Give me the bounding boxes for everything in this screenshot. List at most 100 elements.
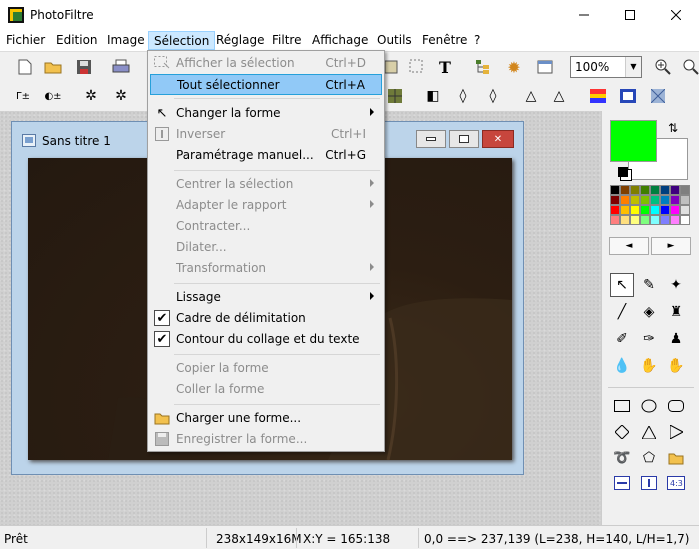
menu-item-load-shape[interactable]: Charger une forme... [150,408,382,429]
clone-stamp-icon[interactable]: ♟ [664,327,688,351]
palette-swatch[interactable] [610,205,620,215]
palette-swatch[interactable] [680,205,690,215]
menu-item-invert[interactable]: Inverser Ctrl+I [150,124,382,145]
triangle-shape-icon[interactable] [637,420,661,444]
menu-fichier[interactable]: Fichier [6,33,45,47]
line-icon[interactable]: ╱ [610,300,634,324]
triangle-right-shape-icon[interactable] [664,420,688,444]
magic-wand-icon[interactable]: ✦ [664,273,688,297]
selection-arrow-icon[interactable]: ↖ [610,273,634,297]
menu-reglage[interactable]: Réglage [216,33,265,47]
menu-fenetre[interactable]: Fenêtre [422,33,467,47]
palette-swatch[interactable] [670,195,680,205]
palette-swatch[interactable] [650,205,660,215]
palette-swatch[interactable] [610,185,620,195]
doc-close-button[interactable]: ✕ [482,130,514,148]
menu-item-transformation[interactable]: Transformation [150,258,382,279]
palette-swatch[interactable] [610,215,620,225]
fill-bucket-icon[interactable]: ◈ [637,300,661,324]
save-icon[interactable] [73,56,95,78]
triangle-sharp-icon[interactable]: △ [548,85,570,107]
palette-swatch[interactable] [630,205,640,215]
zoom-in-icon[interactable] [652,56,674,78]
zoom-select[interactable]: 100% ▼ [570,56,642,78]
zoom-out-icon[interactable] [680,56,699,78]
rounded-rect-shape-icon[interactable] [664,394,688,418]
palette-swatch[interactable] [640,185,650,195]
menu-item-center-selection[interactable]: Centrer la sélection [150,174,382,195]
default-colors-icon[interactable] [618,167,628,177]
load-shape-folder-icon[interactable] [664,446,688,470]
window-icon[interactable] [534,56,556,78]
menu-item-smoothing[interactable]: Lissage [150,287,382,308]
menu-help[interactable]: ? [474,33,480,47]
menu-item-save-shape[interactable]: Enregistrer la forme... [150,429,382,450]
print-icon[interactable] [110,56,132,78]
menu-item-show-selection[interactable]: Afficher la sélection Ctrl+D [150,53,382,74]
menu-outils[interactable]: Outils [377,33,412,47]
gradient-icon[interactable] [587,85,609,107]
palette-swatch[interactable] [640,215,650,225]
auto-levels-icon[interactable]: Γ± [12,85,34,107]
menu-image[interactable]: Image [107,33,145,47]
palette-swatch[interactable] [660,205,670,215]
menu-item-change-shape[interactable]: ↖ Changer la forme [150,103,382,124]
palette-swatch[interactable] [660,215,670,225]
smudge-icon[interactable]: ✋ [637,354,661,378]
menu-item-select-all[interactable]: Tout sélectionner Ctrl+A [150,74,382,95]
doc-minimize-button[interactable] [416,130,446,148]
diamond-shape-icon[interactable] [610,420,634,444]
menu-item-paste-shape[interactable]: Coller la forme [150,379,382,400]
menu-item-paste-text-outline[interactable]: ✔ Contour du collage et du texte [150,329,382,350]
palette-swatch[interactable] [620,185,630,195]
polygon-lasso-icon[interactable]: ⬠ [637,446,661,470]
menu-item-copy-shape[interactable]: Copier la forme [150,358,382,379]
palette-swatch[interactable] [630,215,640,225]
texture-icon[interactable] [647,85,669,107]
palette-swatch[interactable] [640,195,650,205]
contrast-icon[interactable]: ◧ [422,85,444,107]
palette-swatch[interactable] [630,195,640,205]
rectangle-shape-icon[interactable] [610,394,634,418]
maximize-button[interactable] [607,0,653,30]
palette-swatch[interactable] [620,215,630,225]
swap-colors-icon[interactable]: ⇅ [668,121,678,135]
menu-affichage[interactable]: Affichage [312,33,368,47]
palette-swatch[interactable] [680,215,690,225]
palette-swatch[interactable] [630,185,640,195]
plugin-gear-icon[interactable]: ✹ [503,56,525,78]
spray-icon[interactable]: ♜ [664,300,688,324]
brightness-minus-icon[interactable]: ✲ [80,85,102,107]
palette-swatch[interactable] [640,205,650,215]
text-icon[interactable]: T [434,56,456,78]
layers-tree-icon[interactable] [472,56,494,78]
palette-swatch[interactable] [650,215,660,225]
palette-swatch[interactable] [680,185,690,195]
ratio-icon[interactable]: 4:3 [664,471,688,495]
menu-selection[interactable]: Sélection [148,31,216,50]
drop-icon[interactable]: ◊ [452,85,474,107]
palette-swatch[interactable] [670,215,680,225]
palette-swatch[interactable] [680,195,690,205]
palette-next-button[interactable]: ► [651,237,691,255]
menu-edition[interactable]: Edition [56,33,98,47]
selection-mode-icon[interactable] [610,471,634,495]
palette-prev-button[interactable]: ◄ [609,237,649,255]
triangle-icon[interactable]: △ [520,85,542,107]
palette-swatch[interactable] [620,205,630,215]
menu-item-bounding-box[interactable]: ✔ Cadre de délimitation [150,308,382,329]
close-button[interactable] [653,0,699,30]
menu-filtre[interactable]: Filtre [272,33,301,47]
ellipse-shape-icon[interactable] [637,394,661,418]
lasso-icon[interactable]: ➰ [610,446,634,470]
brush-icon[interactable]: ✐ [610,327,634,351]
menu-item-contract[interactable]: Contracter... [150,216,382,237]
menu-item-manual-setting[interactable]: Paramétrage manuel... Ctrl+G [150,145,382,166]
palette-swatch[interactable] [620,195,630,205]
minimize-button[interactable] [561,0,607,30]
palette-swatch[interactable] [660,195,670,205]
auto-contrast-icon[interactable]: ◐± [42,85,64,107]
open-folder-icon[interactable] [42,56,64,78]
foreground-color-swatch[interactable] [610,120,657,162]
hand-icon[interactable]: ✋ [664,354,688,378]
